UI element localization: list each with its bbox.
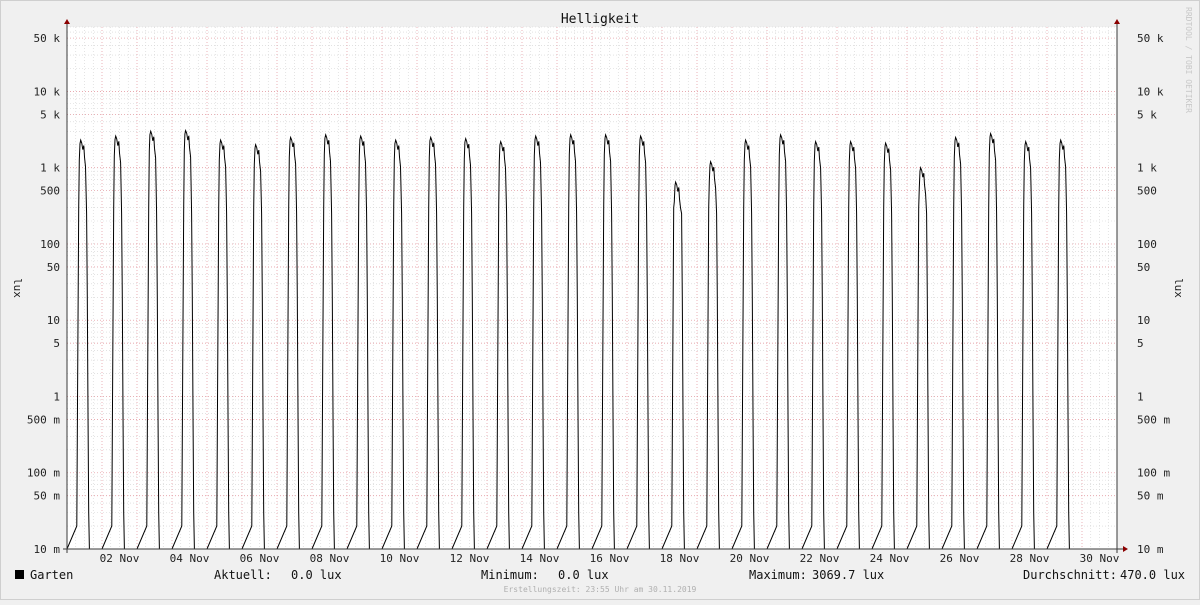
x-tick-label: 08 Nov	[310, 552, 350, 565]
legend-avg-value: 470.0 lux	[1120, 568, 1185, 582]
legend-avg-label: Durchschnitt:	[1023, 568, 1117, 582]
y-tick-label-left: 10	[47, 314, 60, 327]
y-tick-label-right: 500 m	[1137, 413, 1170, 426]
y-tick-label-left: 1	[53, 390, 60, 403]
y-axis-label-left: lux	[11, 278, 24, 298]
legend-swatch	[15, 570, 24, 579]
y-axis-label-right: lux	[1172, 278, 1185, 298]
x-tick-label: 02 Nov	[100, 552, 140, 565]
y-tick-label-right: 10 k	[1137, 85, 1164, 98]
y-tick-label-right: 50	[1137, 261, 1150, 274]
x-tick-label: 10 Nov	[380, 552, 420, 565]
x-tick-label: 24 Nov	[870, 552, 910, 565]
x-tick-label: 06 Nov	[240, 552, 280, 565]
y-tick-label-right: 500	[1137, 185, 1157, 198]
x-tick-label: 22 Nov	[800, 552, 840, 565]
x-tick-label: 30 Nov	[1080, 552, 1120, 565]
y-tick-label-left: 10 k	[34, 85, 61, 98]
y-tick-label-left: 500 m	[27, 413, 60, 426]
legend-current-label: Aktuell:	[214, 568, 272, 582]
y-tick-label-left: 10 m	[34, 543, 61, 556]
x-tick-label: 20 Nov	[730, 552, 770, 565]
y-tick-label-right: 50 m	[1137, 490, 1164, 503]
y-tick-label-left: 50	[47, 261, 60, 274]
y-tick-label-right: 5	[1137, 337, 1144, 350]
legend-label: Garten	[30, 568, 73, 582]
footer-timestamp: Erstellungszeit: 23:55 Uhr am 30.11.2019	[504, 585, 697, 594]
x-axis-ticks: 02 Nov 04 Nov 06 Nov 08 Nov 10 Nov 12 Nov 14 N…	[100, 552, 1120, 565]
y-tick-label-right: 1	[1137, 390, 1144, 403]
watermark: RRDTOOL / TOBI OETIKER	[1184, 7, 1193, 113]
legend-max-value: 3069.7 lux	[812, 568, 884, 582]
chart-frame: 50 k 10 k 5 k 1 k 500 100 50 10 5 1 500 m 100 m 50 m…	[0, 0, 1200, 600]
x-tick-label: 28 Nov	[1010, 552, 1050, 565]
y-tick-label-right: 10	[1137, 314, 1150, 327]
x-tick-label: 18 Nov	[660, 552, 700, 565]
y-tick-label-right: 100 m	[1137, 467, 1170, 480]
chart-title: Helligkeit	[561, 12, 639, 27]
x-tick-label: 16 Nov	[590, 552, 630, 565]
y-tick-label-left: 5	[53, 337, 60, 350]
x-tick-label: 14 Nov	[520, 552, 560, 565]
legend-max-label: Maximum:	[749, 568, 807, 582]
x-tick-label: 04 Nov	[170, 552, 210, 565]
y-tick-label-right: 10 m	[1137, 543, 1164, 556]
y-tick-label-right: 50 k	[1137, 32, 1164, 45]
y-tick-label-right: 5 k	[1137, 108, 1157, 121]
y-tick-label-left: 500	[40, 185, 60, 198]
brightness-chart: 50 k 10 k 5 k 1 k 500 100 50 10 5 1 500 m 100 m 50 m…	[0, 0, 1200, 600]
y-tick-label-left: 1 k	[40, 162, 60, 175]
y-tick-label-left: 50 k	[34, 32, 61, 45]
legend-current-value: 0.0 lux	[291, 568, 342, 582]
y-tick-label-left: 100	[40, 238, 60, 251]
y-tick-label-left: 5 k	[40, 108, 60, 121]
y-tick-label-left: 50 m	[34, 490, 61, 503]
y-tick-label-right: 100	[1137, 238, 1157, 251]
legend-min-value: 0.0 lux	[558, 568, 609, 582]
x-tick-label: 12 Nov	[450, 552, 490, 565]
x-tick-label: 26 Nov	[940, 552, 980, 565]
legend-min-label: Minimum:	[481, 568, 539, 582]
y-tick-label-right: 1 k	[1137, 162, 1157, 175]
y-tick-label-left: 100 m	[27, 467, 60, 480]
